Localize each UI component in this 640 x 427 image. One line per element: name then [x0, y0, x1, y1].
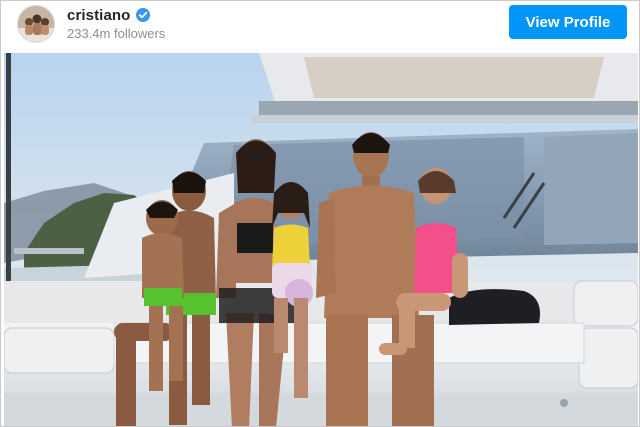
instagram-embed-card: cristiano 233.4m followers View Profile	[0, 0, 640, 427]
view-profile-button[interactable]: View Profile	[509, 5, 627, 39]
avatar-image	[18, 6, 54, 42]
username-row: cristiano	[67, 6, 151, 24]
verified-badge-icon	[136, 8, 151, 22]
family-on-yacht-photo	[4, 53, 638, 426]
post-photo[interactable]	[4, 53, 638, 426]
profile-avatar[interactable]	[17, 5, 55, 43]
embed-header: cristiano 233.4m followers View Profile	[1, 1, 639, 51]
username[interactable]: cristiano	[67, 7, 130, 24]
followers-count: 233.4m followers	[67, 26, 166, 41]
